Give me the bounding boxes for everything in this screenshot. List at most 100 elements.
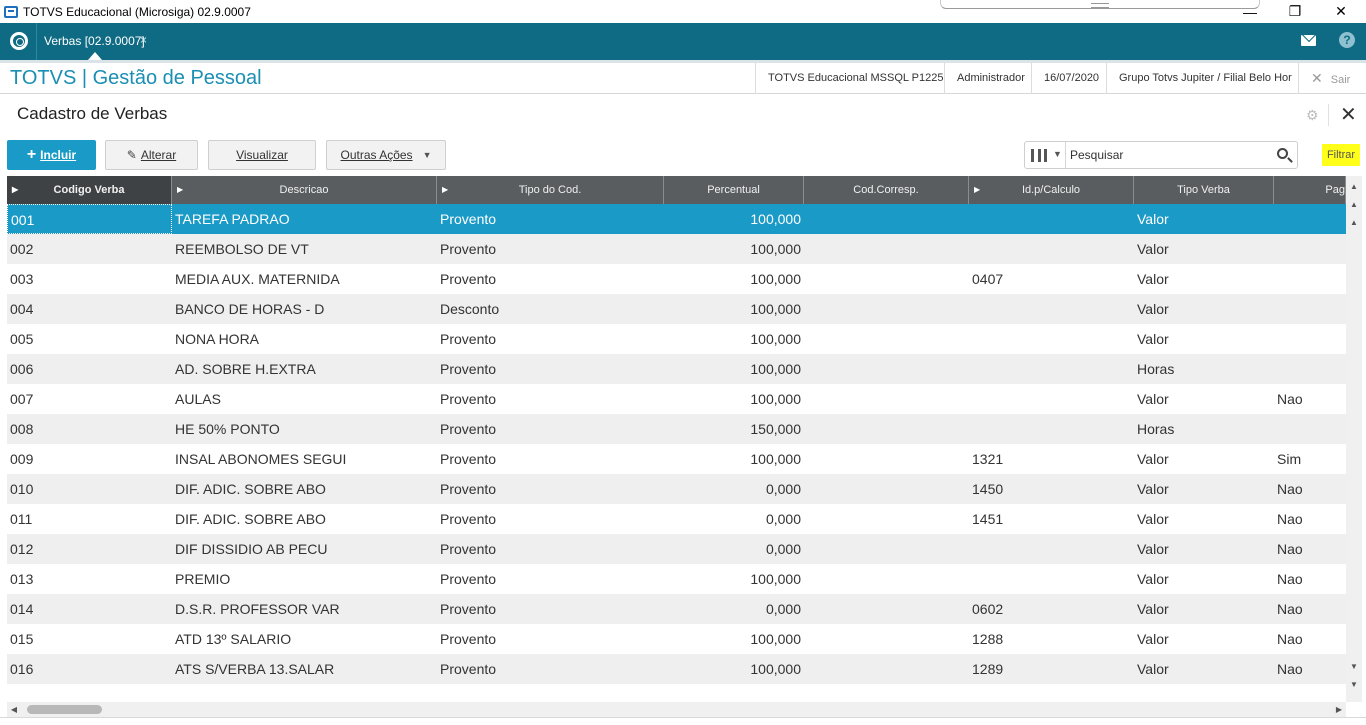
cell-cod-corresp [804,414,969,444]
more-actions-button[interactable]: Outras Ações ▼ [326,140,446,170]
resize-grip[interactable] [940,0,1260,9]
scroll-bottom-icon[interactable]: ▼ [1346,678,1362,692]
cell-id-calculo: 1321 [972,451,1004,467]
cell-tipo-verba: Horas [1137,421,1175,437]
columns-icon[interactable] [1031,149,1047,162]
table-row[interactable]: 013 PREMIO Provento 100,000 Valor Nao [7,564,1346,594]
horizontal-scrollbar[interactable]: ◀ ▶ [7,702,1346,717]
cell-tipo-verba: Valor [1137,571,1169,587]
mail-icon[interactable] [1301,35,1316,46]
column-header-cod-corresp[interactable]: Cod.Corresp. [804,176,969,204]
scroll-page-up-icon[interactable]: ▲ [1346,216,1362,230]
table-row[interactable]: 002 REEMBOLSO DE VT Provento 100,000 Valor [7,234,1346,264]
cell-codigo: 011 [10,511,33,527]
vertical-scrollbar[interactable]: ▲ ▲ ▲ ▼ ▼ [1346,176,1362,702]
grid-body: 001 TAREFA PADRAO Provento 100,000 Valor 002 R… [7,204,1346,684]
window-close-button[interactable]: ✕ [1318,0,1364,23]
cell-codigo: 003 [10,271,34,287]
cell-codigo: 013 [10,571,34,587]
table-row[interactable]: 009 INSAL ABONOMES SEGUI Provento 100,000 13… [7,444,1346,474]
cell-id-calculo [969,564,1134,594]
edit-button[interactable]: ✎ Alterar [105,140,198,170]
close-page-icon[interactable]: ✕ [1340,104,1357,126]
search-input[interactable] [1070,147,1270,163]
search-icon[interactable] [1277,148,1288,159]
cell-percentual: 0,000 [765,601,801,617]
restore-button[interactable]: ❐ [1272,0,1318,23]
scroll-top-icon[interactable]: ▲ [1346,180,1362,194]
cell-pag [1274,324,1346,354]
column-header-pag[interactable]: Pag [1274,176,1346,204]
tab-bar [0,23,1366,60]
table-row[interactable]: 006 AD. SOBRE H.EXTRA Provento 100,000 Horas [7,354,1346,384]
cell-pag [1274,414,1346,444]
cell-id-calculo: 1451 [972,511,1004,527]
cell-cod-corresp [804,534,969,564]
view-button[interactable]: Visualizar [208,140,316,170]
table-row[interactable]: 001 TAREFA PADRAO Provento 100,000 Valor [7,204,1346,234]
cell-descricao: D.S.R. PROFESSOR VAR [175,601,340,617]
table-row[interactable]: 008 HE 50% PONTO Provento 150,000 Horas [7,414,1346,444]
search-divider [1065,142,1066,168]
table-row[interactable]: 004 BANCO DE HORAS - D Desconto 100,000 Valo… [7,294,1346,324]
cell-tipo-cod: Provento [440,481,497,497]
cell-id-calculo [969,414,1134,444]
table-row[interactable]: 012 DIF DISSIDIO AB PECU Provento 0,000 Valo… [7,534,1346,564]
cell-pag [1274,264,1346,294]
cell-id-calculo: 1289 [972,661,1004,677]
table-row[interactable]: 010 DIF. ADIC. SOBRE ABO Provento 0,000 1450… [7,474,1346,504]
cell-id-calculo [969,294,1134,324]
cell-percentual: 100,000 [750,661,801,677]
cell-percentual: 150,000 [750,421,801,437]
totvs-logo-icon[interactable] [10,32,28,50]
grid-header: ▶ Codigo Verba ▶ Descricao ▶ Tipo do Cod. P… [7,176,1346,204]
cell-cod-corresp [804,324,969,354]
table-row[interactable]: 015 ATD 13º SALARIO Provento 100,000 1288 Val… [7,624,1346,654]
help-icon[interactable]: ? [1339,32,1355,48]
cell-cod-corresp [804,384,969,414]
column-header-tipo-verba[interactable]: Tipo Verba [1134,176,1274,204]
column-header-id-calculo[interactable]: ▶ Id.p/Calculo [969,176,1134,204]
include-button[interactable]: + Incluir [7,140,96,170]
table-row[interactable]: 003 MEDIA AUX. MATERNIDA Provento 100,000 04… [7,264,1346,294]
cell-id-calculo [969,324,1134,354]
column-header-descricao[interactable]: ▶ Descricao [172,176,437,204]
column-header-codigo[interactable]: ▶ Codigo Verba [7,176,172,204]
cell-cod-corresp [804,654,969,684]
cell-descricao: BANCO DE HORAS - D [175,301,325,317]
filter-button[interactable]: Filtrar [1322,144,1360,166]
cell-percentual: 100,000 [750,631,801,647]
user-label: Administrador [944,63,1031,94]
table-row[interactable]: 014 D.S.R. PROFESSOR VAR Provento 0,000 0602… [7,594,1346,624]
cell-cod-corresp [804,294,969,324]
cell-descricao: TAREFA PADRAO [175,211,290,227]
tab-verbas[interactable]: Verbas [02.9.0007] [44,34,145,48]
table-row[interactable]: 011 DIF. ADIC. SOBRE ABO Provento 0,000 1451… [7,504,1346,534]
column-header-percentual[interactable]: Percentual [664,176,804,204]
cell-id-calculo [969,354,1134,384]
cell-codigo: 015 [10,631,34,647]
cell-tipo-cod: Provento [440,451,497,467]
active-tab-pointer [88,52,102,60]
table-row[interactable]: 007 AULAS Provento 100,000 Valor Nao [7,384,1346,414]
cell-tipo-verba: Horas [1137,361,1175,377]
columns-dropdown-icon[interactable]: ▼ [1053,149,1062,159]
minimize-button[interactable]: — [1227,0,1273,23]
cell-pag: Nao [1277,541,1303,557]
tab-close-icon[interactable]: × [140,33,147,47]
table-row[interactable]: 016 ATS S/VERBA 13.SALAR Provento 100,000 12… [7,654,1346,684]
cell-tipo-cod: Provento [440,661,497,677]
scroll-page-down-icon[interactable]: ▼ [1346,660,1362,674]
table-row[interactable]: 005 NONA HORA Provento 100,000 Valor [7,324,1346,354]
horizontal-scroll-thumb[interactable] [27,705,102,714]
scroll-right-icon[interactable]: ▶ [1332,702,1346,717]
cell-tipo-cod: Provento [440,511,497,527]
column-header-tipo-cod[interactable]: ▶ Tipo do Cod. [437,176,664,204]
scroll-left-icon[interactable]: ◀ [7,702,21,717]
cell-codigo: 016 [10,661,34,677]
window-title: TOTVS Educacional (Microsiga) 02.9.0007 [23,4,251,19]
gear-icon[interactable]: ⚙ [1306,108,1320,122]
exit-button[interactable]: ✕ Sair [1298,63,1366,94]
cell-codigo: 005 [10,331,34,347]
scroll-up-icon[interactable]: ▲ [1346,198,1362,212]
